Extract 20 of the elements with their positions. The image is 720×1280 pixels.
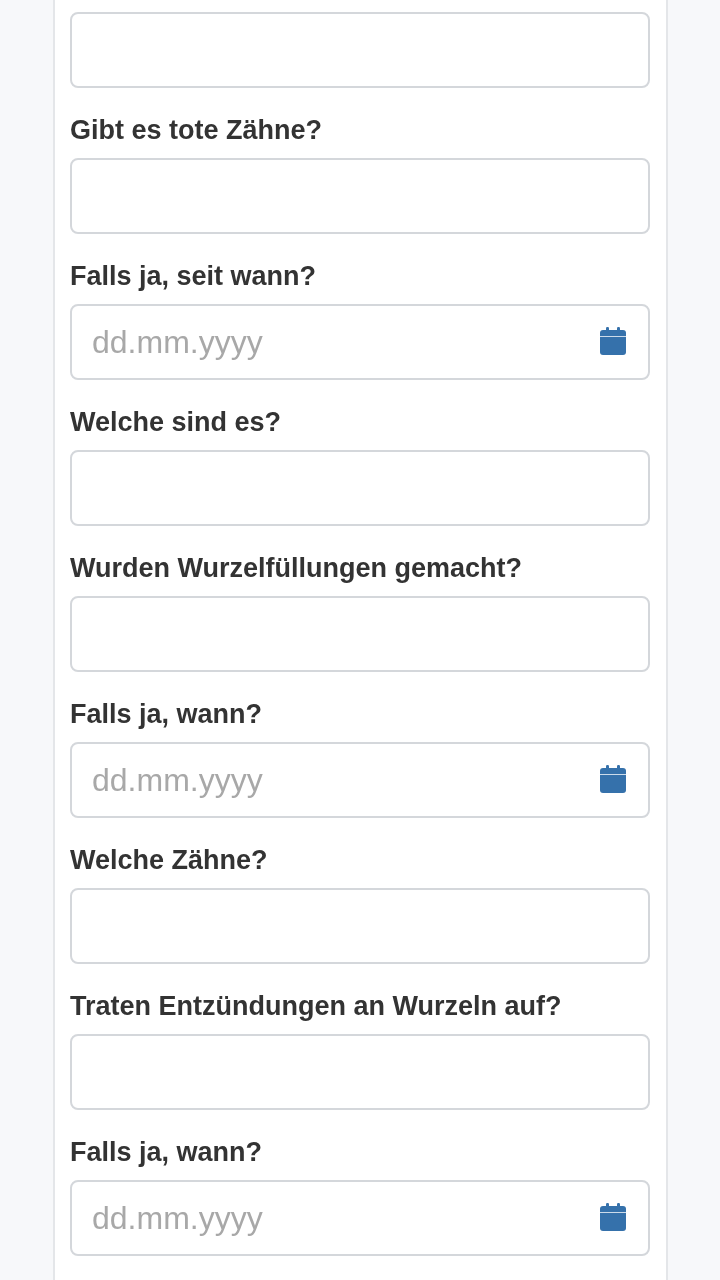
- calendar-icon[interactable]: [600, 765, 626, 793]
- text-field[interactable]: [70, 12, 650, 88]
- text-field[interactable]: [70, 888, 650, 964]
- date-field[interactable]: dd.mm.yyyy: [70, 742, 650, 818]
- text-field[interactable]: [70, 450, 650, 526]
- date-field[interactable]: dd.mm.yyyy: [70, 304, 650, 380]
- field-label: Falls ja, wann?: [70, 1137, 264, 1167]
- text-field[interactable]: [70, 1034, 650, 1110]
- field-label: Wurden Wurzelfüllungen gemacht?: [70, 553, 523, 583]
- date-field[interactable]: dd.mm.yyyy: [70, 1180, 650, 1256]
- field-label: Welche Zähne?: [70, 845, 269, 875]
- calendar-icon[interactable]: [600, 1203, 626, 1231]
- field-label: Welche sind es?: [70, 407, 283, 437]
- text-field[interactable]: [70, 158, 650, 234]
- text-field[interactable]: [70, 596, 650, 672]
- field-label: Gibt es tote Zähne?: [70, 115, 324, 145]
- calendar-icon[interactable]: [600, 327, 626, 355]
- field-label: Traten Entzündungen an Wurzeln auf?: [70, 991, 563, 1021]
- field-label: Falls ja, seit wann?: [70, 261, 318, 291]
- field-label: Falls ja, wann?: [70, 699, 264, 729]
